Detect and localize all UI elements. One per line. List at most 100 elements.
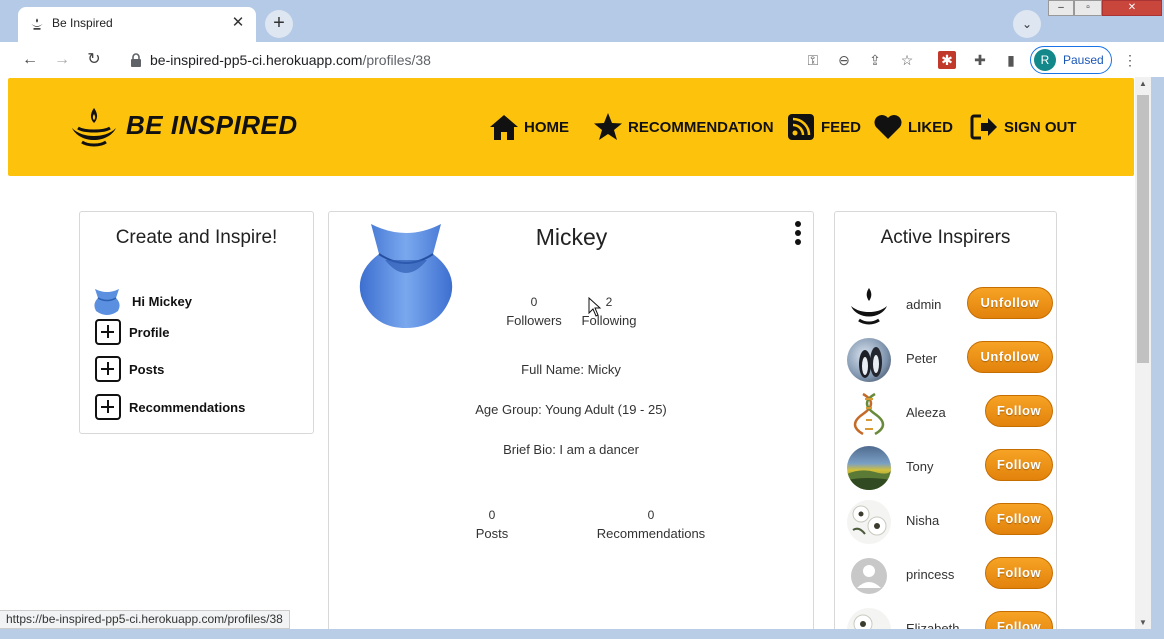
- zoom-icon[interactable]: ⊖: [835, 51, 853, 69]
- profile-status: Paused: [1063, 53, 1104, 67]
- inspirer-row: princess Follow: [847, 552, 1057, 598]
- greeting-row[interactable]: Hi Mickey: [92, 286, 192, 316]
- inspirer-name[interactable]: Peter: [906, 351, 937, 366]
- forward-arrow-icon[interactable]: →: [52, 50, 72, 70]
- star-icon: [594, 113, 622, 140]
- rss-icon: [788, 114, 814, 140]
- active-inspirers-title: Active Inspirers: [880, 227, 1011, 248]
- nav-home-label: HOME: [524, 118, 569, 136]
- flowers-image: [853, 614, 873, 629]
- address-bar[interactable]: be-inspired-pp5-ci.herokuapp.com/profile…: [120, 47, 540, 73]
- posts-label: Posts: [475, 526, 509, 541]
- inspirer-row: Aleeza Follow: [847, 390, 1057, 436]
- avatar[interactable]: [847, 554, 891, 598]
- nav-liked-label: LIKED: [908, 118, 953, 136]
- back-arrow-icon[interactable]: ←: [20, 50, 40, 70]
- link-status-bar: https://be-inspired-pp5-ci.herokuapp.com…: [0, 610, 290, 629]
- user-avatar: [94, 289, 120, 315]
- new-tab-button[interactable]: +: [265, 10, 293, 38]
- create-posts-label: Posts: [129, 361, 165, 377]
- create-inspire-panel: Create and Inspire! Hi Mickey Profile Po…: [79, 211, 314, 434]
- menu-kebab-icon[interactable]: ⋮: [1121, 51, 1139, 69]
- url-text: be-inspired-pp5-ci.herokuapp.com/profile…: [150, 52, 431, 68]
- browser-titlebar: Be Inspired ✕ + ⌄ – ▫ ✕: [0, 0, 1164, 42]
- profile-avatar: [359, 224, 453, 328]
- inspirer-name[interactable]: Tony: [906, 459, 933, 474]
- share-icon[interactable]: ⇪: [866, 51, 884, 69]
- plus-icon: [95, 394, 121, 420]
- diya-lamp-icon: [851, 288, 887, 325]
- avatar[interactable]: [847, 500, 891, 544]
- recommendations-stat: 0 Recommendations: [591, 508, 711, 541]
- puzzle-icon[interactable]: ✚: [971, 51, 989, 69]
- inspirer-row: Peter Unfollow: [847, 336, 1057, 382]
- scroll-down-arrow-icon[interactable]: ▼: [1139, 618, 1147, 627]
- unfollow-button[interactable]: Unfollow: [967, 341, 1053, 373]
- tab-search-button[interactable]: ⌄: [1013, 10, 1041, 38]
- inspirer-name[interactable]: Nisha: [906, 513, 939, 528]
- profile-avatar: R: [1034, 49, 1056, 71]
- follow-button[interactable]: Follow: [985, 395, 1053, 427]
- plus-icon: [95, 356, 121, 382]
- scroll-up-arrow-icon[interactable]: ▲: [1139, 79, 1147, 88]
- followers-stat: 0 Followers: [499, 295, 569, 328]
- nav-recommendation-label: RECOMMENDATION: [628, 118, 774, 136]
- posts-stat: 0 Posts: [462, 508, 522, 541]
- browser-tab[interactable]: Be Inspired ✕: [18, 7, 256, 42]
- inspirer-name[interactable]: princess: [906, 567, 954, 582]
- profile-panel: Mickey 0 Followers 2 Following Full Name…: [328, 211, 814, 629]
- create-posts-action[interactable]: Posts: [95, 356, 164, 382]
- follow-button[interactable]: Follow: [985, 503, 1053, 535]
- full-name-text: Full Name: Micky: [521, 362, 621, 377]
- reload-icon[interactable]: ↻: [84, 50, 104, 70]
- posts-count: 0: [488, 508, 496, 522]
- avatar[interactable]: [847, 446, 891, 490]
- following-count: 2: [605, 295, 613, 309]
- avatar[interactable]: [847, 392, 891, 436]
- create-profile-action[interactable]: Profile: [95, 319, 169, 345]
- nav-recommendation-link[interactable]: RECOMMENDATION: [593, 112, 774, 142]
- nav-liked-link[interactable]: LIKED: [873, 112, 953, 142]
- default-user-icon: [851, 558, 887, 594]
- unfollow-button[interactable]: Unfollow: [967, 287, 1053, 319]
- diya-logo-icon[interactable]: [70, 106, 118, 148]
- window-maximize-button[interactable]: ▫: [1074, 0, 1102, 16]
- side-panel-icon[interactable]: ▮: [1002, 51, 1020, 69]
- scroll-thumb[interactable]: [1137, 95, 1149, 363]
- diya-lamp-icon: [31, 18, 43, 30]
- nav-signout-link[interactable]: SIGN OUT: [969, 112, 1077, 142]
- avatar[interactable]: [847, 608, 891, 629]
- profile-options-icon[interactable]: [793, 221, 803, 249]
- greeting-text: Hi Mickey: [132, 293, 192, 309]
- avatar[interactable]: [847, 284, 891, 328]
- window-close-button[interactable]: ✕: [1102, 0, 1162, 16]
- extension-icon[interactable]: ✱: [938, 51, 956, 69]
- profile-chip[interactable]: R Paused: [1030, 46, 1112, 74]
- brand-title[interactable]: BE INSPIRED: [126, 110, 298, 141]
- window-frame-right: [1151, 77, 1164, 629]
- bookmark-star-icon[interactable]: ☆: [898, 51, 916, 69]
- window-minimize-button[interactable]: –: [1048, 0, 1074, 16]
- follow-button[interactable]: Follow: [985, 611, 1053, 629]
- sign-out-icon: [970, 114, 997, 140]
- recommendations-label: Recommendations: [596, 526, 706, 541]
- tab-close-icon[interactable]: ✕: [228, 13, 248, 33]
- follow-button[interactable]: Follow: [985, 449, 1053, 481]
- nav-feed-link[interactable]: FEED: [786, 112, 861, 142]
- bio-text: Brief Bio: I am a dancer: [503, 442, 639, 457]
- create-recommendations-action[interactable]: Recommendations: [95, 394, 245, 420]
- profile-name: Mickey: [535, 224, 608, 250]
- key-icon[interactable]: ⚿: [804, 51, 822, 69]
- page-scrollbar[interactable]: ▲ ▼: [1135, 77, 1151, 629]
- inspirer-name[interactable]: Aleeza: [906, 405, 946, 420]
- recommendations-count: 0: [647, 508, 655, 522]
- follow-button[interactable]: Follow: [985, 557, 1053, 589]
- nav-home-link[interactable]: HOME: [489, 112, 569, 142]
- lock-icon: [131, 53, 141, 67]
- age-group-text: Age Group: Young Adult (19 - 25): [475, 402, 667, 417]
- inspirer-name[interactable]: Elizabeth: [906, 621, 959, 629]
- nav-signout-label: SIGN OUT: [1004, 118, 1077, 136]
- active-inspirers-panel: Active Inspirers admin Unfollow Peter Un…: [834, 211, 1057, 629]
- avatar[interactable]: [847, 338, 891, 382]
- inspirer-name[interactable]: admin: [906, 297, 941, 312]
